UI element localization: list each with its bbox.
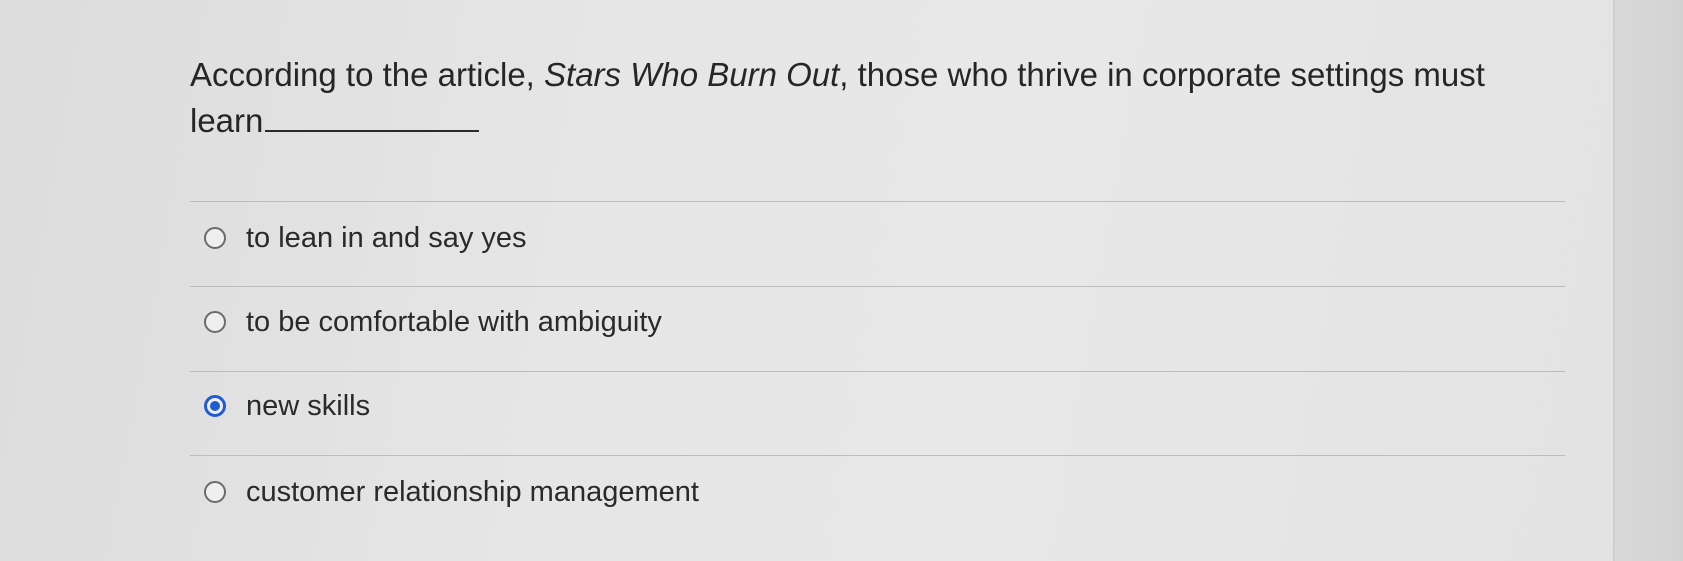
- divider: [190, 455, 1565, 456]
- article-title: Stars Who Burn Out: [544, 56, 840, 93]
- radio-button-3[interactable]: [204, 481, 226, 503]
- question-text: According to the article, Stars Who Burn…: [190, 52, 1590, 144]
- option-label-1: to be comfortable with ambiguity: [246, 305, 662, 338]
- question-line2: learn: [190, 102, 264, 139]
- divider: [190, 201, 1565, 202]
- divider: [190, 371, 1565, 372]
- radio-button-2-selected[interactable]: [204, 395, 226, 417]
- divider: [190, 286, 1565, 287]
- question-prefix: According to the article,: [190, 56, 545, 93]
- option-3[interactable]: customer relationship management: [204, 472, 699, 512]
- frame-right: [1615, 0, 1683, 561]
- radio-button-1[interactable]: [204, 311, 226, 333]
- option-label-2: new skills: [246, 389, 371, 422]
- question-suffix: , those who thrive in corporate settings…: [839, 56, 1485, 93]
- option-2[interactable]: new skills: [204, 386, 370, 426]
- radio-button-0[interactable]: [204, 227, 226, 249]
- answer-blank: [265, 100, 480, 132]
- option-label-0: to lean in and say yes: [246, 221, 527, 254]
- option-0[interactable]: to lean in and say yes: [204, 218, 527, 258]
- option-label-3: customer relationship management: [246, 475, 699, 508]
- option-1[interactable]: to be comfortable with ambiguity: [204, 302, 662, 342]
